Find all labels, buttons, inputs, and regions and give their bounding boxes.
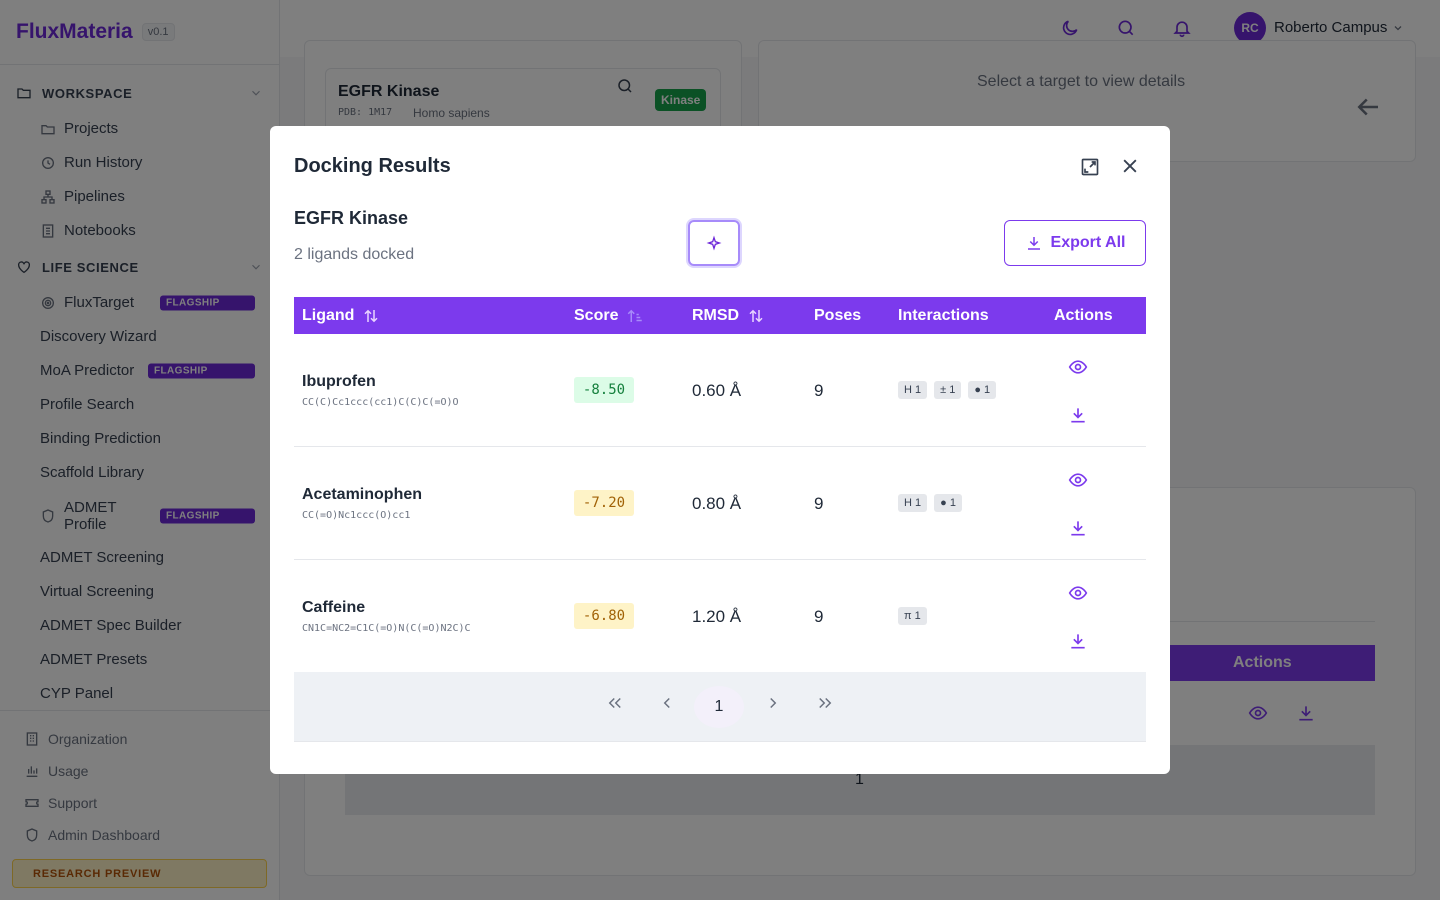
last-page-icon[interactable] [816,694,834,712]
sort-icon[interactable] [362,307,380,325]
ligand-smiles: CC(=O)Nc1ccc(O)cc1 [302,510,411,521]
table-row: Caffeine CN1C=NC2=C1C(=O)N(C(=O)N2C)C -6… [294,560,1146,673]
ligand-smiles: CC(C)Cc1ccc(cc1)C(C)C(=O)O [302,397,459,408]
interaction-chips: H 1 ± 1 ● 1 [898,381,997,399]
eye-icon[interactable] [1068,583,1088,603]
column-label: Interactions [898,307,989,324]
interaction-chip: ● 1 [934,494,962,512]
interaction-chip: H 1 [898,381,928,399]
export-label: Export All [1050,234,1126,251]
sort-ascending-icon[interactable] [626,307,644,325]
column-poses: Poses [814,307,861,325]
interaction-chip: ± 1 [934,381,962,399]
column-label: Score [574,307,619,324]
column-label: RMSD [692,307,740,324]
ligand-name: Caffeine [302,599,366,616]
pagination: 1 [294,672,1146,742]
ligand-name: Acetaminophen [302,486,423,503]
score-badge: -6.80 [574,603,634,629]
rmsd-value: 1.20 Å [692,607,742,626]
export-all-button[interactable]: Export All [1004,220,1146,266]
column-label: Poses [814,307,862,324]
table-header: Ligand Score RMSD Poses Interactions Act… [294,297,1146,334]
rmsd-value: 0.60 Å [692,381,742,400]
interaction-chips: H 1 ● 1 [898,494,962,512]
close-icon[interactable] [1120,156,1140,176]
download-icon[interactable] [1068,405,1088,425]
column-score[interactable]: Score [574,307,644,325]
download-icon [1027,237,1040,250]
column-ligand[interactable]: Ligand [302,307,380,325]
column-label: Ligand [302,307,355,324]
prev-page-icon[interactable] [658,694,676,712]
next-page-icon[interactable] [764,694,782,712]
table-row: Acetaminophen CC(=O)Nc1ccc(O)cc1 -7.20 0… [294,447,1146,560]
interaction-chip: H 1 [898,494,928,512]
modal-title: Docking Results [294,155,451,177]
table-row: Ibuprofen CC(C)Cc1ccc(cc1)C(C)C(=O)O -8.… [294,334,1146,447]
poses-value: 9 [814,381,824,400]
ai-sparkle-button[interactable] [688,220,740,266]
download-icon[interactable] [1068,631,1088,651]
score-badge: -7.20 [574,490,634,516]
sort-icon[interactable] [747,307,765,325]
download-icon[interactable] [1068,518,1088,538]
expand-icon[interactable] [1080,157,1100,177]
rmsd-value: 0.80 Å [692,494,742,513]
eye-icon[interactable] [1068,470,1088,490]
column-rmsd[interactable]: RMSD [692,307,765,325]
score-badge: -8.50 [574,377,634,403]
eye-icon[interactable] [1068,357,1088,377]
poses-value: 9 [814,607,824,626]
first-page-icon[interactable] [606,694,624,712]
column-label: Actions [1054,307,1113,324]
current-page[interactable]: 1 [694,686,744,728]
column-interactions: Interactions [898,307,989,325]
column-actions: Actions [1054,307,1113,325]
docking-results-modal: Docking Results EGFR Kinase 2 ligands do… [270,126,1170,774]
target-name: EGFR Kinase [294,208,409,228]
poses-value: 9 [814,494,824,513]
sparkle-icon [706,235,722,251]
ligand-name: Ibuprofen [302,373,376,390]
interaction-chip: ● 1 [968,381,997,399]
ligand-smiles: CN1C=NC2=C1C(=O)N(C(=O)N2C)C [302,623,471,634]
interaction-chip: π 1 [898,607,927,625]
interaction-chips: π 1 [898,607,927,625]
ligand-count: 2 ligands docked [294,246,415,263]
